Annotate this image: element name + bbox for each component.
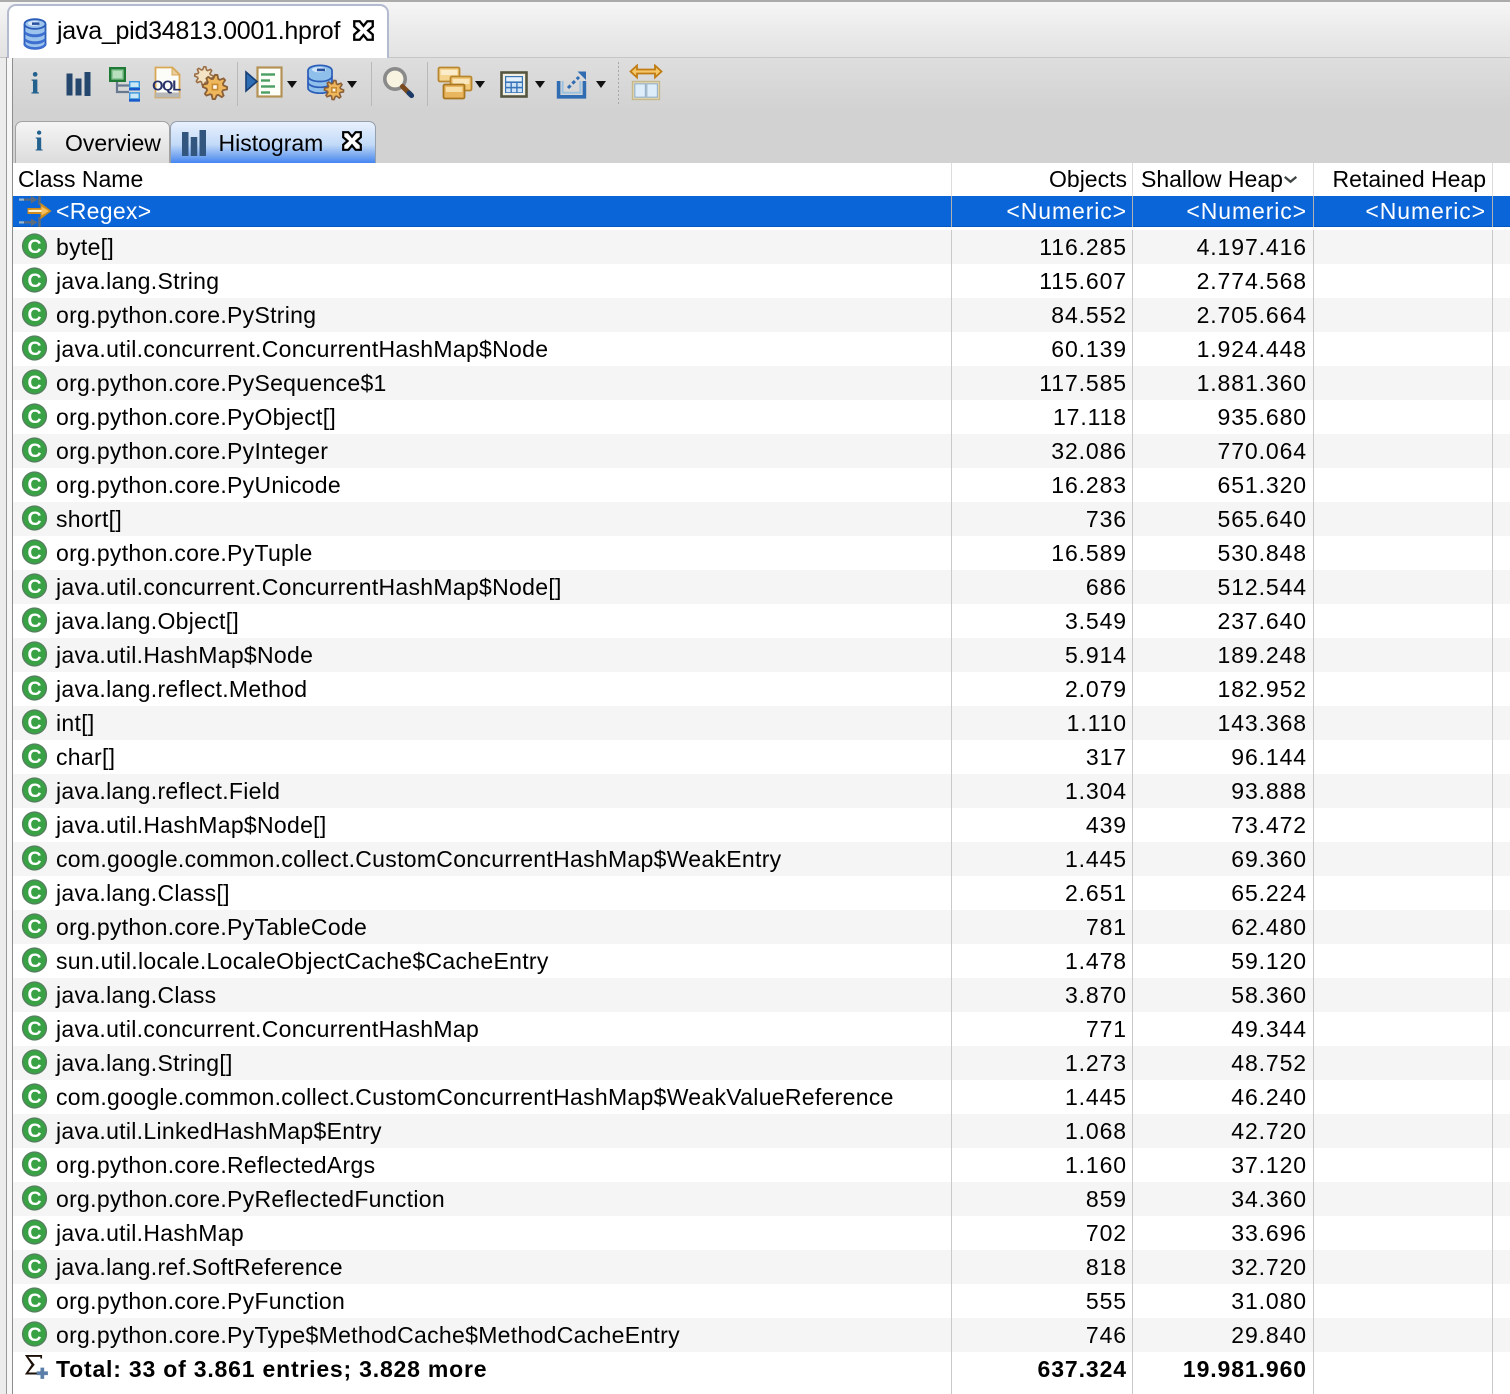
svg-text:C: C bbox=[27, 1290, 41, 1312]
svg-text:C: C bbox=[27, 1086, 41, 1108]
svg-text:C: C bbox=[27, 1256, 41, 1278]
svg-text:i: i bbox=[31, 70, 40, 97]
svg-text:C: C bbox=[27, 712, 41, 734]
svg-text:C: C bbox=[27, 406, 41, 428]
svg-text:C: C bbox=[27, 304, 41, 326]
svg-text:C: C bbox=[27, 236, 41, 258]
svg-text:C: C bbox=[27, 440, 41, 462]
svg-text:C: C bbox=[27, 814, 41, 836]
svg-text:C: C bbox=[27, 1018, 41, 1040]
svg-text:C: C bbox=[27, 1222, 41, 1244]
svg-text:C: C bbox=[27, 576, 41, 598]
svg-text:C: C bbox=[27, 678, 41, 700]
svg-text:C: C bbox=[27, 848, 41, 870]
svg-text:C: C bbox=[27, 780, 41, 802]
svg-text:C: C bbox=[27, 746, 41, 768]
svg-text:C: C bbox=[27, 984, 41, 1006]
svg-text:i: i bbox=[35, 128, 43, 154]
svg-text:C: C bbox=[27, 508, 41, 530]
svg-text:C: C bbox=[27, 474, 41, 496]
svg-text:C: C bbox=[27, 950, 41, 972]
svg-text:C: C bbox=[27, 1120, 41, 1142]
svg-text:C: C bbox=[27, 1052, 41, 1074]
svg-text:C: C bbox=[27, 1324, 41, 1346]
svg-text:C: C bbox=[27, 338, 41, 360]
svg-text:C: C bbox=[27, 1188, 41, 1210]
svg-text:C: C bbox=[27, 542, 41, 564]
svg-text:C: C bbox=[27, 610, 41, 632]
svg-text:C: C bbox=[27, 644, 41, 666]
svg-text:C: C bbox=[27, 270, 41, 292]
svg-text:C: C bbox=[27, 372, 41, 394]
svg-text:C: C bbox=[27, 882, 41, 904]
svg-text:C: C bbox=[27, 916, 41, 938]
svg-text:OQL: OQL bbox=[152, 79, 181, 95]
svg-text:C: C bbox=[27, 1154, 41, 1176]
